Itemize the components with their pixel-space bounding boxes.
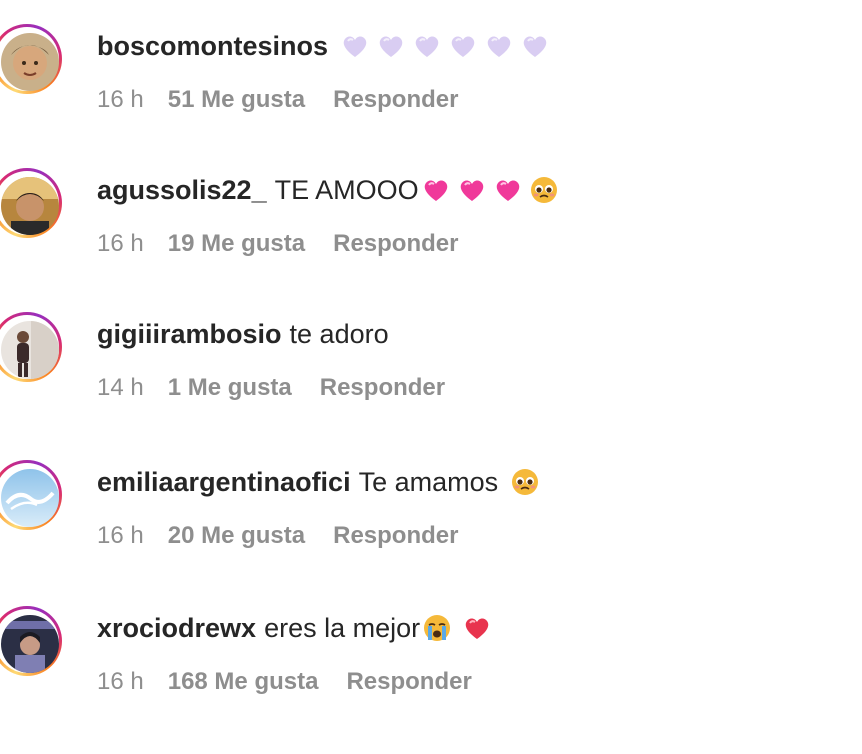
comment-emojis	[422, 613, 498, 643]
comment-username[interactable]: gigiiirambosio	[97, 318, 282, 350]
comment-likes[interactable]: 1 Me gusta	[168, 374, 292, 402]
lavender-heart-icon	[520, 31, 550, 61]
lavender-heart-icon	[484, 31, 514, 61]
reply-button[interactable]: Responder	[333, 522, 458, 550]
avatar-photo	[1, 177, 59, 235]
comment-time: 16 h	[97, 668, 144, 695]
red-heart-icon	[462, 613, 492, 643]
avatar[interactable]	[0, 312, 62, 382]
avatar-photo	[1, 321, 59, 379]
comment-time: 16 h	[97, 230, 144, 257]
comment-time: 14 h	[97, 374, 144, 401]
comment-emojis	[421, 175, 565, 205]
reply-button[interactable]: Responder	[333, 230, 458, 258]
lavender-heart-icon	[340, 31, 370, 61]
comment-emojis	[340, 31, 556, 61]
lavender-heart-icon	[412, 31, 442, 61]
pink-heart-icon	[457, 175, 487, 205]
reply-button[interactable]: Responder	[320, 374, 445, 402]
comment-username[interactable]: agussolis22_	[97, 174, 267, 206]
comment-username[interactable]: emiliaargentinaofici	[97, 466, 351, 498]
comment-text: te adoro	[289, 319, 389, 349]
comment-likes[interactable]: 19 Me gusta	[168, 230, 305, 258]
avatar[interactable]	[0, 460, 62, 530]
lavender-heart-icon	[376, 31, 406, 61]
reply-button[interactable]: Responder	[346, 668, 471, 696]
comment-item: agussolis22_ TE AMOOO 16 h 19 Me gusta R…	[0, 160, 862, 270]
comment-text: Te amamos	[358, 467, 499, 497]
pink-heart-icon	[421, 175, 451, 205]
avatar[interactable]	[0, 606, 62, 676]
comment-emojis	[510, 467, 546, 497]
comment-username[interactable]: boscomontesinos	[97, 30, 328, 62]
comment-item: boscomontesinos 16 h 51 Me gusta Respond…	[0, 16, 862, 126]
comment-time: 16 h	[97, 522, 144, 549]
comment-username[interactable]: xrociodrewx	[97, 612, 256, 644]
lavender-heart-icon	[448, 31, 478, 61]
comment-likes[interactable]: 51 Me gusta	[168, 86, 305, 114]
pink-heart-icon	[493, 175, 523, 205]
comments-list: boscomontesinos 16 h 51 Me gusta Respond…	[0, 0, 862, 754]
comment-time: 16 h	[97, 86, 144, 113]
comment-likes[interactable]: 20 Me gusta	[168, 522, 305, 550]
avatar-photo	[1, 615, 59, 673]
crying-face-icon	[422, 613, 452, 643]
comment-item: xrociodrewx eres la mejor 16 h 168 Me gu…	[0, 598, 862, 708]
comment-item: emiliaargentinaofici Te amamos 16 h 20 M…	[0, 452, 862, 562]
comment-item: gigiiirambosio te adoro 14 h 1 Me gusta …	[0, 304, 862, 414]
comment-likes[interactable]: 168 Me gusta	[168, 668, 319, 696]
pleading-face-icon	[529, 175, 559, 205]
avatar[interactable]	[0, 168, 62, 238]
reply-button[interactable]: Responder	[333, 86, 458, 114]
comment-text: TE AMOOO	[274, 175, 419, 205]
pleading-face-icon	[510, 467, 540, 497]
avatar-photo	[1, 33, 59, 91]
avatar[interactable]	[0, 24, 62, 94]
avatar-photo	[1, 469, 59, 527]
comment-text: eres la mejor	[264, 613, 421, 643]
